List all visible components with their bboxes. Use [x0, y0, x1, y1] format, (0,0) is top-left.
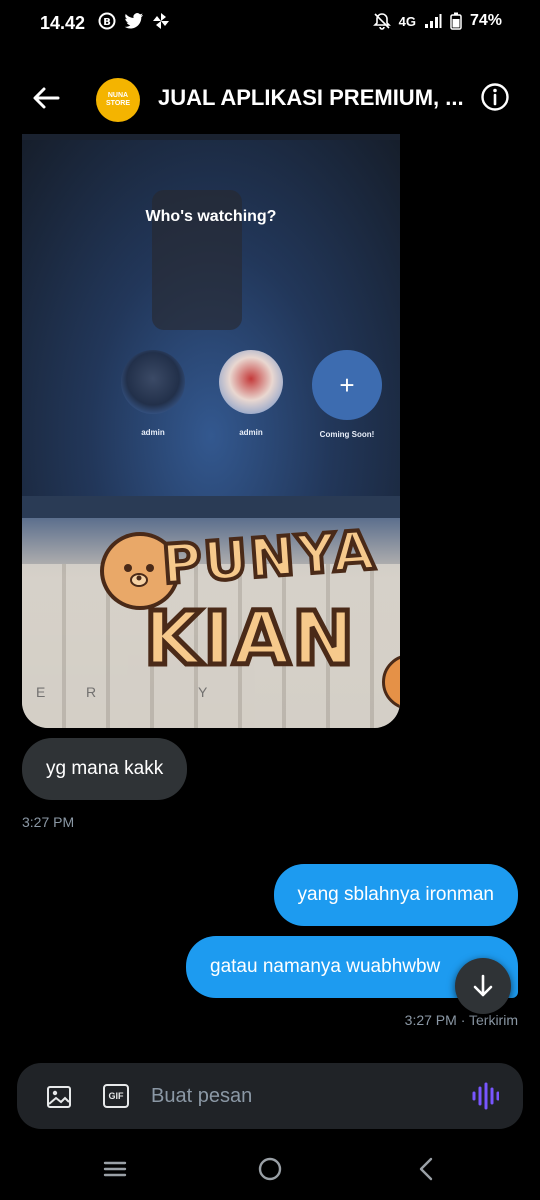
incoming-timestamp: 3:27 PM [22, 814, 75, 830]
image-icon[interactable] [45, 1083, 73, 1111]
avatar[interactable]: NUNA STORE [96, 78, 140, 122]
gif-button[interactable]: GIF [103, 1084, 129, 1108]
photo-message[interactable]: Who's watching? admin admin + Coming Soo… [22, 134, 400, 728]
profile-admin-1: admin [118, 350, 188, 437]
system-nav-bar [0, 1140, 540, 1200]
plus-icon: + [339, 369, 355, 400]
svg-text:B: B [103, 17, 111, 28]
bell-muted-icon [372, 13, 391, 30]
ironman-avatar [219, 350, 283, 414]
message-text: gatau namanya wuabhwbw [210, 956, 441, 977]
incoming-message[interactable]: yg mana kakk [22, 738, 188, 800]
signal-icon [424, 14, 442, 28]
b-app-icon: B [98, 12, 116, 30]
avatar-logo-text: NUNA STORE [106, 92, 130, 107]
black-panther-avatar [121, 350, 185, 414]
voice-message-icon[interactable] [471, 1081, 499, 1111]
outgoing-timestamp: 3:27 PM · Terkirim [404, 1012, 518, 1028]
key-y: Y [198, 684, 208, 700]
laptop-screen: Who's watching? admin admin + Coming Soo… [22, 140, 400, 518]
message-text: yg mana kakk [46, 758, 164, 779]
add-profile-circle: + [312, 350, 382, 420]
chat-header: NUNA STORE JUAL APLIKASI PREMIUM, ... [0, 70, 540, 126]
profile-label: Coming Soon! [319, 430, 375, 439]
network-type: 4G [398, 13, 416, 29]
twitter-bird-icon [124, 13, 143, 29]
whos-watching-title: Who's watching? [145, 208, 277, 225]
profile-label: admin [239, 428, 263, 437]
status-bar: 14.42 B 4G 74% [0, 0, 540, 48]
profile-coming-soon: + Coming Soon! [312, 350, 382, 439]
arrow-down-icon [473, 974, 493, 997]
key-e: E [36, 684, 46, 700]
battery-icon [450, 12, 462, 30]
outgoing-message[interactable]: yang sblahnya ironman [273, 864, 518, 926]
recent-apps-icon[interactable] [102, 1156, 128, 1182]
sticker-text-kian: KIAN [141, 594, 357, 685]
battery-percent: 74% [469, 12, 502, 29]
pinwheel-icon [153, 13, 169, 29]
message-text: yang sblahnya ironman [297, 884, 494, 905]
home-icon[interactable] [257, 1156, 283, 1182]
info-icon[interactable] [480, 82, 510, 112]
profile-admin-2: admin [216, 350, 286, 437]
back-arrow-icon[interactable] [28, 80, 64, 116]
message-composer: GIF Buat pesan [17, 1063, 523, 1129]
taskbar [22, 496, 400, 518]
back-icon[interactable] [414, 1156, 440, 1182]
scroll-to-bottom-button[interactable] [455, 958, 511, 1014]
message-input[interactable]: Buat pesan [151, 1085, 252, 1108]
profile-label: admin [141, 428, 165, 437]
key-r: R [86, 684, 97, 700]
gif-label: GIF [108, 1091, 124, 1101]
chat-title[interactable]: JUAL APLIKASI PREMIUM, ... [158, 85, 464, 111]
status-time: 14.42 [40, 13, 86, 33]
